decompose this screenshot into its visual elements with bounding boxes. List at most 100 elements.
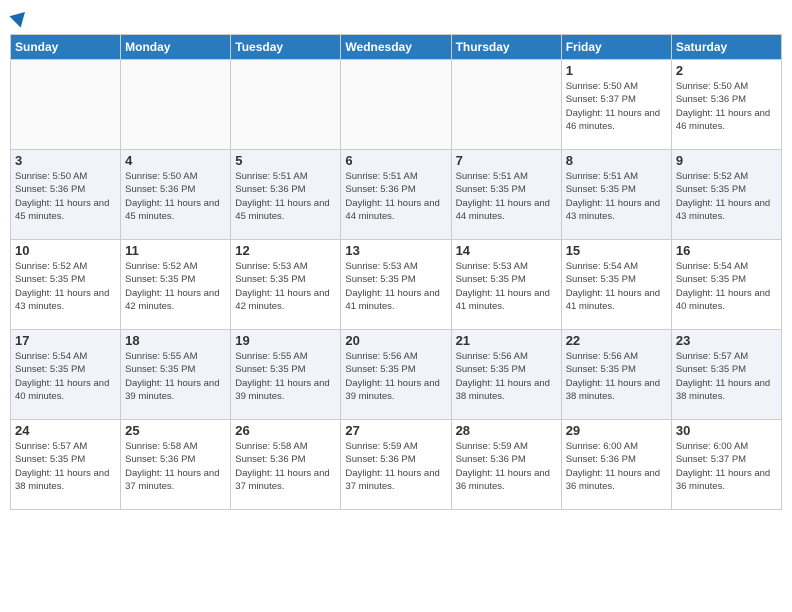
week-row-1: 1 Sunrise: 5:50 AM Sunset: 5:37 PM Daylig… [11,60,782,150]
day-cell: 11 Sunrise: 5:52 AM Sunset: 5:35 PM Dayli… [121,240,231,330]
day-number: 25 [125,423,226,438]
day-number: 2 [676,63,777,78]
day-detail: Sunrise: 5:59 AM Sunset: 5:36 PM Dayligh… [345,440,446,493]
col-header-saturday: Saturday [671,35,781,60]
day-cell [451,60,561,150]
day-detail: Sunrise: 5:56 AM Sunset: 5:35 PM Dayligh… [566,350,667,403]
day-number: 29 [566,423,667,438]
day-detail: Sunrise: 5:50 AM Sunset: 5:36 PM Dayligh… [15,170,116,223]
day-number: 23 [676,333,777,348]
day-cell: 8 Sunrise: 5:51 AM Sunset: 5:35 PM Daylig… [561,150,671,240]
day-cell: 2 Sunrise: 5:50 AM Sunset: 5:36 PM Daylig… [671,60,781,150]
day-cell: 5 Sunrise: 5:51 AM Sunset: 5:36 PM Daylig… [231,150,341,240]
day-detail: Sunrise: 5:53 AM Sunset: 5:35 PM Dayligh… [456,260,557,313]
day-cell: 22 Sunrise: 5:56 AM Sunset: 5:35 PM Dayli… [561,330,671,420]
week-row-4: 17 Sunrise: 5:54 AM Sunset: 5:35 PM Dayli… [11,330,782,420]
col-header-sunday: Sunday [11,35,121,60]
calendar-header: SundayMondayTuesdayWednesdayThursdayFrid… [11,35,782,60]
day-detail: Sunrise: 5:52 AM Sunset: 5:35 PM Dayligh… [676,170,777,223]
day-cell: 23 Sunrise: 5:57 AM Sunset: 5:35 PM Dayli… [671,330,781,420]
day-number: 26 [235,423,336,438]
calendar-table: SundayMondayTuesdayWednesdayThursdayFrid… [10,34,782,510]
day-cell: 18Sunrise: 5:55 AM Sunset: 5:35 PM Dayli… [121,330,231,420]
day-detail: Sunrise: 5:54 AM Sunset: 5:35 PM Dayligh… [566,260,667,313]
col-header-wednesday: Wednesday [341,35,451,60]
day-number: 30 [676,423,777,438]
day-number: 15 [566,243,667,258]
day-number: 12 [235,243,336,258]
day-number: 7 [456,153,557,168]
day-number: 17 [15,333,116,348]
day-cell: 24 Sunrise: 5:57 AM Sunset: 5:35 PM Dayli… [11,420,121,510]
day-cell: 27Sunrise: 5:59 AM Sunset: 5:36 PM Dayli… [341,420,451,510]
day-cell [231,60,341,150]
day-cell: 10 Sunrise: 5:52 AM Sunset: 5:35 PM Dayli… [11,240,121,330]
day-detail: Sunrise: 5:51 AM Sunset: 5:36 PM Dayligh… [235,170,336,223]
day-number: 4 [125,153,226,168]
day-detail: Sunrise: 6:00 AM Sunset: 5:37 PM Dayligh… [676,440,777,493]
day-number: 5 [235,153,336,168]
week-row-5: 24 Sunrise: 5:57 AM Sunset: 5:35 PM Dayli… [11,420,782,510]
day-number: 1 [566,63,667,78]
day-detail: Sunrise: 5:52 AM Sunset: 5:35 PM Dayligh… [15,260,116,313]
day-number: 11 [125,243,226,258]
day-detail: Sunrise: 5:50 AM Sunset: 5:36 PM Dayligh… [125,170,226,223]
header-row: SundayMondayTuesdayWednesdayThursdayFrid… [11,35,782,60]
day-number: 14 [456,243,557,258]
day-detail: Sunrise: 5:51 AM Sunset: 5:35 PM Dayligh… [566,170,667,223]
day-cell: 12 Sunrise: 5:53 AM Sunset: 5:35 PM Dayli… [231,240,341,330]
day-detail: Sunrise: 5:53 AM Sunset: 5:35 PM Dayligh… [235,260,336,313]
day-detail: Sunrise: 5:50 AM Sunset: 5:37 PM Dayligh… [566,80,667,133]
day-number: 19 [235,333,336,348]
day-cell: 9 Sunrise: 5:52 AM Sunset: 5:35 PM Daylig… [671,150,781,240]
calendar-body: 1 Sunrise: 5:50 AM Sunset: 5:37 PM Daylig… [11,60,782,510]
day-detail: Sunrise: 5:55 AM Sunset: 5:35 PM Dayligh… [235,350,336,403]
day-detail: Sunrise: 5:59 AM Sunset: 5:36 PM Dayligh… [456,440,557,493]
day-detail: Sunrise: 5:51 AM Sunset: 5:35 PM Dayligh… [456,170,557,223]
day-number: 16 [676,243,777,258]
day-detail: Sunrise: 5:58 AM Sunset: 5:36 PM Dayligh… [235,440,336,493]
day-detail: Sunrise: 5:58 AM Sunset: 5:36 PM Dayligh… [125,440,226,493]
week-row-2: 3 Sunrise: 5:50 AM Sunset: 5:36 PM Daylig… [11,150,782,240]
day-number: 22 [566,333,667,348]
col-header-thursday: Thursday [451,35,561,60]
day-cell: 29 Sunrise: 6:00 AM Sunset: 5:36 PM Dayli… [561,420,671,510]
day-number: 3 [15,153,116,168]
col-header-friday: Friday [561,35,671,60]
day-detail: Sunrise: 5:54 AM Sunset: 5:35 PM Dayligh… [15,350,116,403]
day-detail: Sunrise: 6:00 AM Sunset: 5:36 PM Dayligh… [566,440,667,493]
day-number: 6 [345,153,446,168]
day-cell [11,60,121,150]
col-header-monday: Monday [121,35,231,60]
day-cell: 3 Sunrise: 5:50 AM Sunset: 5:36 PM Daylig… [11,150,121,240]
day-cell: 30 Sunrise: 6:00 AM Sunset: 5:37 PM Dayli… [671,420,781,510]
day-cell [121,60,231,150]
page-header [10,10,782,28]
day-number: 8 [566,153,667,168]
day-cell: 13Sunrise: 5:53 AM Sunset: 5:35 PM Dayli… [341,240,451,330]
day-number: 20 [345,333,446,348]
logo [10,14,28,28]
day-number: 24 [15,423,116,438]
day-cell: 20 Sunrise: 5:56 AM Sunset: 5:35 PM Dayli… [341,330,451,420]
day-cell: 28 Sunrise: 5:59 AM Sunset: 5:36 PM Dayli… [451,420,561,510]
day-number: 21 [456,333,557,348]
day-detail: Sunrise: 5:54 AM Sunset: 5:35 PM Dayligh… [676,260,777,313]
day-cell: 17 Sunrise: 5:54 AM Sunset: 5:35 PM Dayli… [11,330,121,420]
day-cell: 25 Sunrise: 5:58 AM Sunset: 5:36 PM Dayli… [121,420,231,510]
day-detail: Sunrise: 5:50 AM Sunset: 5:36 PM Dayligh… [676,80,777,133]
day-number: 9 [676,153,777,168]
day-cell: 16 Sunrise: 5:54 AM Sunset: 5:35 PM Dayli… [671,240,781,330]
logo-triangle-icon [9,6,30,27]
day-cell: 15 Sunrise: 5:54 AM Sunset: 5:35 PM Dayli… [561,240,671,330]
day-cell [341,60,451,150]
day-detail: Sunrise: 5:56 AM Sunset: 5:35 PM Dayligh… [456,350,557,403]
day-detail: Sunrise: 5:51 AM Sunset: 5:36 PM Dayligh… [345,170,446,223]
day-detail: Sunrise: 5:52 AM Sunset: 5:35 PM Dayligh… [125,260,226,313]
day-detail: Sunrise: 5:57 AM Sunset: 5:35 PM Dayligh… [15,440,116,493]
day-detail: Sunrise: 5:57 AM Sunset: 5:35 PM Dayligh… [676,350,777,403]
day-detail: Sunrise: 5:56 AM Sunset: 5:35 PM Dayligh… [345,350,446,403]
day-number: 13 [345,243,446,258]
day-number: 28 [456,423,557,438]
day-number: 10 [15,243,116,258]
